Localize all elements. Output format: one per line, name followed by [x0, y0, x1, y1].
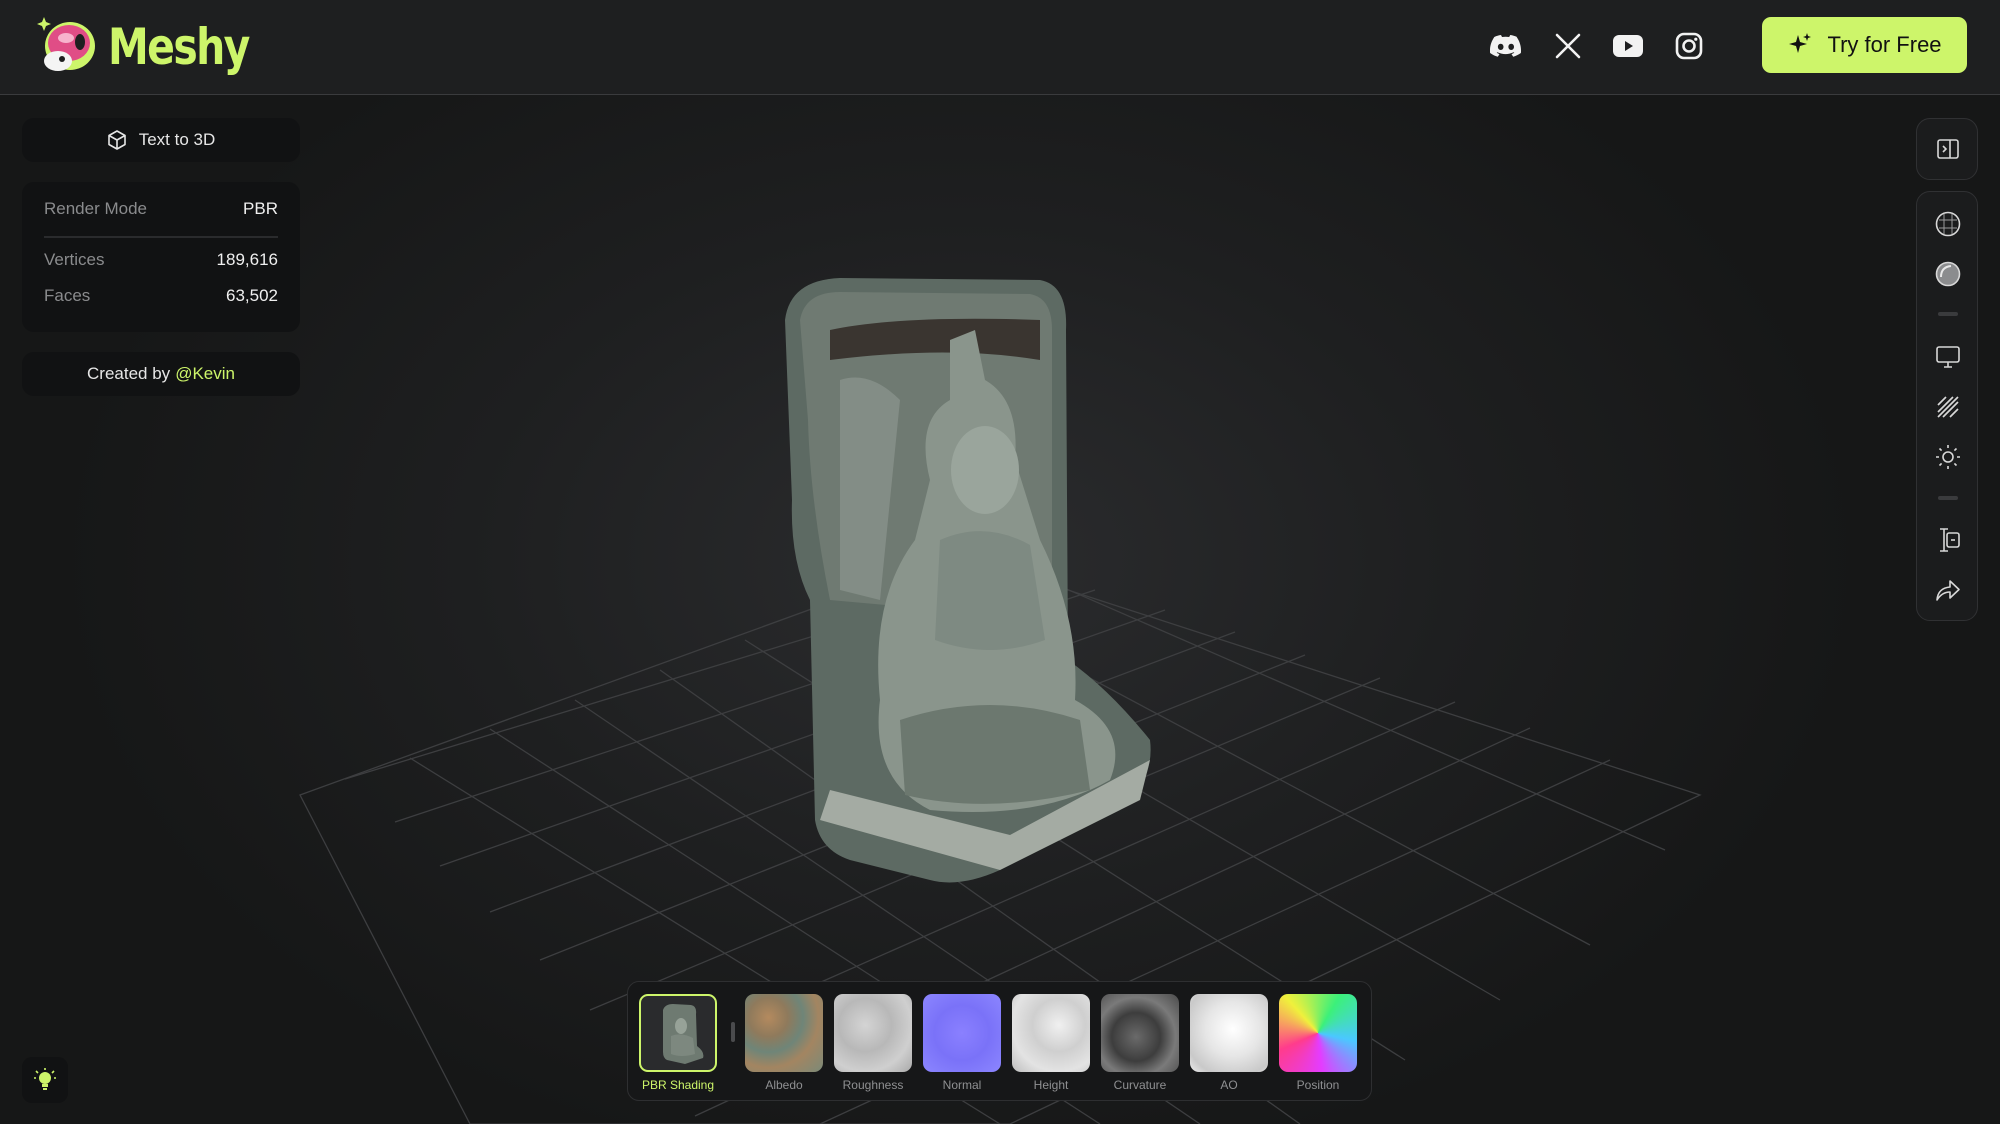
- render-mode-row: Render Mode PBR: [44, 182, 278, 238]
- pbr-shading-thumbnail: [639, 994, 717, 1072]
- texture-label: PBR Shading: [641, 1078, 715, 1092]
- position-thumbnail: [1279, 994, 1357, 1072]
- texture-label: Albedo: [765, 1078, 803, 1092]
- model-stats-panel: Render Mode PBR Vertices 189,616 Faces 6…: [22, 182, 300, 332]
- faces-row: Faces 63,502: [44, 278, 278, 314]
- render-mode-value: PBR: [243, 199, 278, 218]
- texture-channel-bar: PBR Shading Albedo Roughness Normal Heig…: [627, 981, 1372, 1101]
- creator-prefix: Created by: [87, 364, 171, 383]
- mode-label: Text to 3D: [138, 130, 216, 149]
- texture-label: Normal: [942, 1078, 982, 1092]
- cta-label: Try for Free: [1827, 32, 1942, 57]
- vertices-row: Vertices 189,616: [44, 242, 278, 278]
- lightbulb-icon: [34, 1068, 56, 1090]
- texture-height[interactable]: Height: [1012, 994, 1090, 1092]
- albedo-thumbnail: [745, 994, 823, 1072]
- viewer-toolbar: [1916, 191, 1978, 621]
- panel-toggle-icon[interactable]: [1932, 133, 1964, 165]
- texture-label: Roughness: [842, 1078, 904, 1092]
- panel-toggle-group: [1916, 118, 1978, 180]
- texture-position[interactable]: Position: [1279, 994, 1357, 1092]
- texture-normal[interactable]: Normal: [923, 994, 1001, 1092]
- render-mode-label: Render Mode: [44, 199, 148, 218]
- faces-value: 63,502: [226, 286, 278, 305]
- x-icon[interactable]: [1546, 24, 1590, 68]
- faces-label: Faces: [44, 286, 91, 305]
- texture-roughness[interactable]: Roughness: [834, 994, 912, 1092]
- texture-label: Height: [1033, 1078, 1069, 1092]
- creator-link[interactable]: @Kevin: [175, 364, 235, 384]
- toolbar-separator: [1938, 312, 1958, 316]
- normal-thumbnail: [923, 994, 1001, 1072]
- texture-albedo[interactable]: Albedo: [745, 994, 823, 1092]
- roughness-thumbnail: [834, 994, 912, 1072]
- vertices-label: Vertices: [44, 250, 105, 269]
- wireframe-sphere-icon[interactable]: [1932, 208, 1964, 240]
- texture-ao[interactable]: AO: [1190, 994, 1268, 1092]
- youtube-icon[interactable]: [1606, 24, 1650, 68]
- brand-name: Meshy: [108, 18, 250, 76]
- uv-compare-icon[interactable]: [1932, 524, 1964, 556]
- texture-divider: [731, 1022, 735, 1042]
- ao-thumbnail: [1190, 994, 1268, 1072]
- share-icon[interactable]: [1932, 574, 1964, 606]
- height-thumbnail: [1012, 994, 1090, 1072]
- text-to-3d-badge[interactable]: Text to 3D: [22, 118, 300, 162]
- texture-pbr-shading[interactable]: PBR Shading: [639, 994, 717, 1092]
- top-bar: Meshy Try for Free: [0, 0, 2000, 95]
- meshy-logo[interactable]: Meshy: [36, 14, 280, 80]
- sparkle-icon: [1789, 33, 1812, 53]
- texture-label: Curvature: [1113, 1078, 1167, 1092]
- hatch-icon[interactable]: [1932, 391, 1964, 423]
- instagram-icon[interactable]: [1667, 24, 1711, 68]
- texture-curvature[interactable]: Curvature: [1101, 994, 1179, 1092]
- texture-label: Position: [1296, 1078, 1340, 1092]
- monitor-icon[interactable]: [1932, 341, 1964, 373]
- viewport-3d[interactable]: [0, 0, 2000, 1124]
- toolbar-separator: [1938, 496, 1958, 500]
- texture-label: AO: [1220, 1078, 1238, 1092]
- vertices-value: 189,616: [216, 250, 278, 269]
- mushroom-logo-icon: [37, 17, 95, 71]
- light-sun-icon[interactable]: [1932, 441, 1964, 473]
- creator-credit: Created by @Kevin: [22, 352, 300, 396]
- cube-icon: [107, 130, 126, 150]
- statue-model: [785, 278, 1151, 883]
- discord-icon[interactable]: [1484, 24, 1528, 68]
- try-for-free-button[interactable]: Try for Free: [1762, 17, 1967, 73]
- curvature-thumbnail: [1101, 994, 1179, 1072]
- lightbulb-button[interactable]: [22, 1057, 68, 1103]
- shaded-sphere-icon[interactable]: [1932, 258, 1964, 290]
